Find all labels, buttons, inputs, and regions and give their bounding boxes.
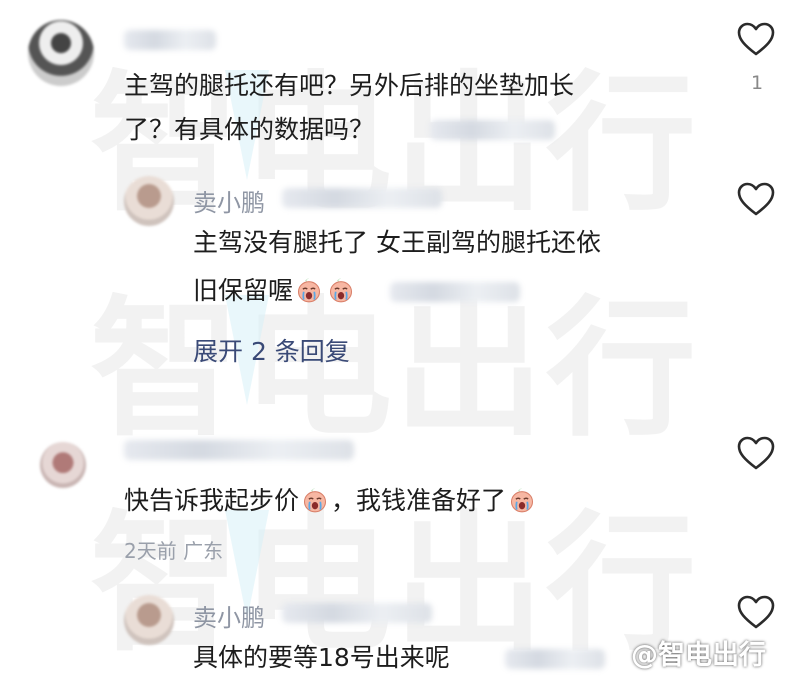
crying-face-emoji — [327, 276, 355, 304]
comment-meta: 2天前 广东 — [124, 539, 224, 563]
avatar[interactable] — [124, 176, 174, 226]
username-suffix-blurred — [282, 603, 432, 623]
brand-watermark: @智电出行 — [631, 640, 766, 671]
comment-1: 主驾的腿托还有吧？另外后排的坐垫加长 了？有具体的数据吗？ 1 — [0, 0, 800, 155]
comment-text-line-2: 了？有具体的数据吗？ — [124, 115, 375, 144]
reply-text-line-2: 旧保留喔 — [193, 268, 357, 314]
meta-blurred — [390, 282, 520, 302]
avatar[interactable] — [28, 20, 94, 86]
avatar[interactable] — [40, 442, 86, 488]
heart-outline-icon[interactable] — [736, 20, 776, 60]
comment-2: 快告诉我起步价 ，我钱准备好了 2天前 广东 — [0, 420, 800, 570]
username-blurred[interactable] — [124, 440, 354, 460]
reply-text-line-2-text: 旧保留喔 — [193, 276, 294, 305]
comment-text-part-2: ，我钱准备好了 — [331, 486, 507, 515]
heart-outline-icon[interactable] — [736, 593, 776, 633]
crying-face-emoji — [295, 276, 323, 304]
comment-text: 快告诉我起步价 ，我钱准备好了 — [124, 478, 538, 524]
username-blurred[interactable] — [124, 30, 216, 50]
avatar[interactable] — [124, 595, 174, 645]
like-count: 1 — [751, 72, 764, 94]
heart-outline-icon[interactable] — [736, 434, 776, 474]
reply-text-line-1: 主驾没有腿托了 女王副驾的腿托还依 — [193, 228, 601, 257]
meta-blurred — [505, 649, 605, 669]
comment-text-line-1: 主驾的腿托还有吧？另外后排的坐垫加长 — [124, 71, 575, 100]
reply-username[interactable]: 卖小鹏 — [193, 598, 265, 633]
meta-blurred — [430, 120, 555, 140]
reply-text: 具体的要等18号出来呢 — [193, 643, 450, 672]
username-suffix-blurred — [282, 188, 442, 208]
crying-face-emoji — [508, 486, 536, 514]
comment-text-part-1: 快告诉我起步价 — [124, 486, 300, 515]
reply-1: 卖小鹏 主驾没有腿托了 女王副驾的腿托还依 旧保留喔 展开 2 条回复 — [0, 160, 800, 380]
heart-outline-icon[interactable] — [736, 180, 776, 220]
expand-replies-link[interactable]: 展开 2 条回复 — [193, 332, 350, 368]
reply-username[interactable]: 卖小鹏 — [193, 183, 265, 218]
crying-face-emoji — [301, 486, 329, 514]
